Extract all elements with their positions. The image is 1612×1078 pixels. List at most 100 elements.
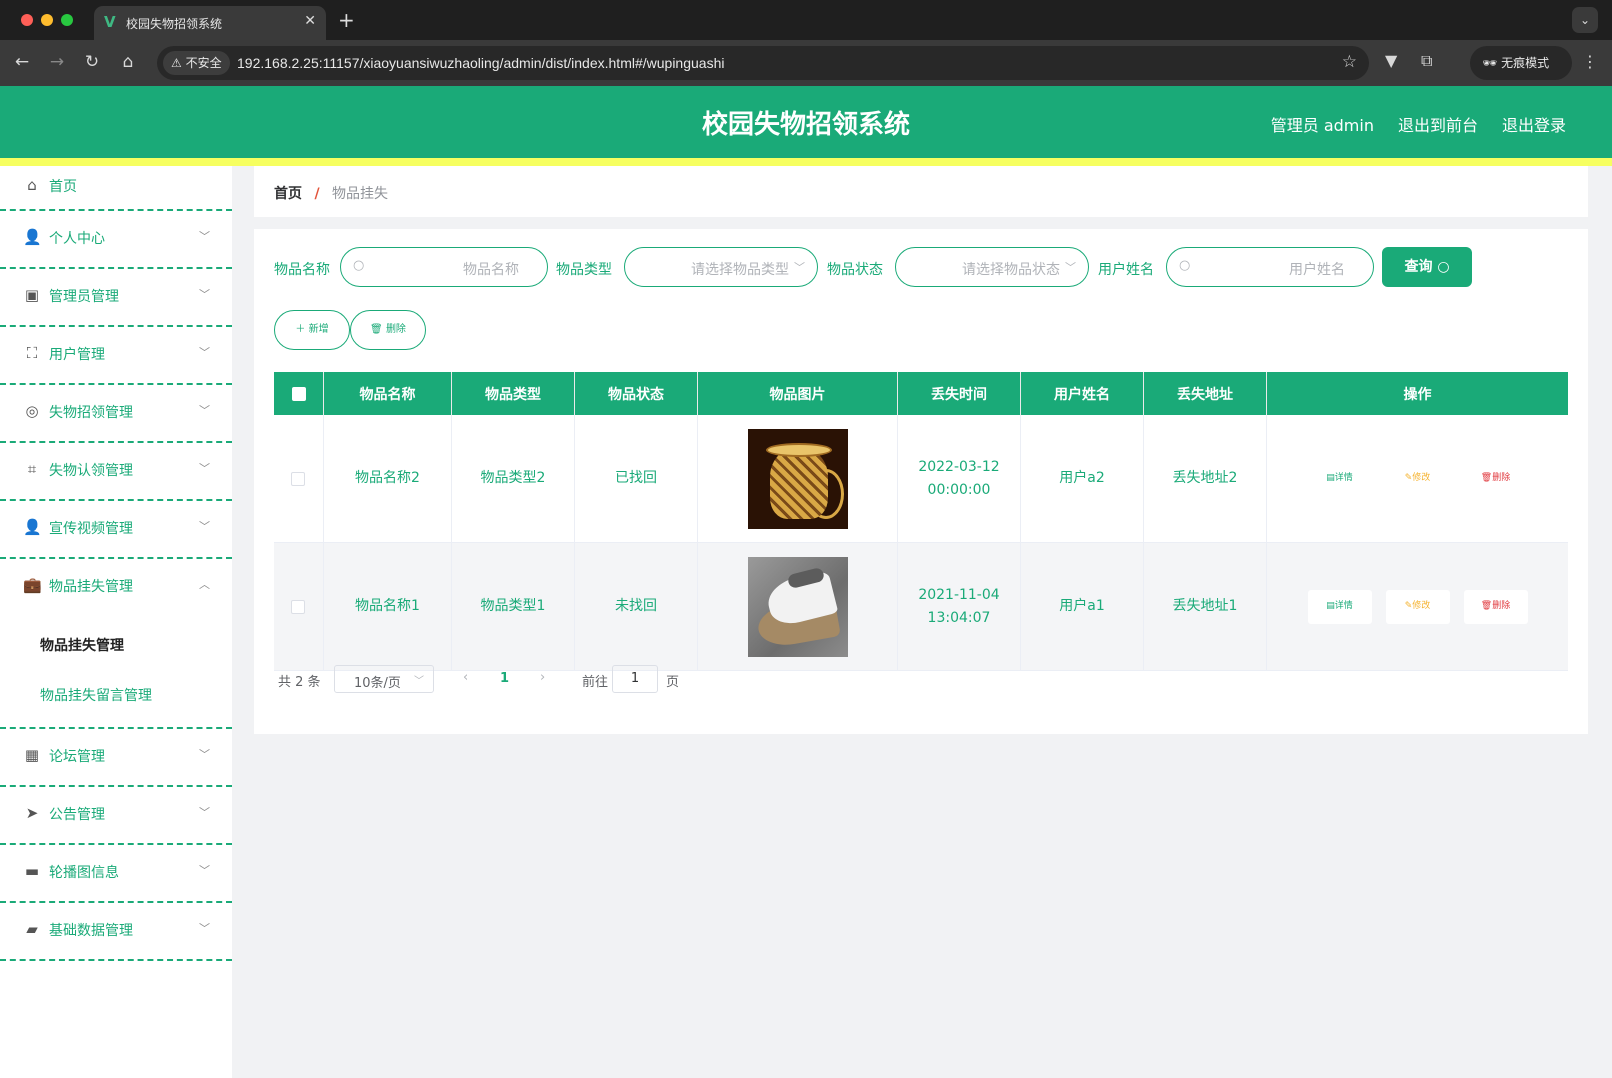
- clothes-iron-photo: [747, 556, 848, 657]
- column-header: 丢失时间: [898, 372, 1021, 415]
- forward-icon[interactable]: →: [46, 52, 68, 72]
- clipboard-icon: ▣: [24, 286, 40, 304]
- page-size-value: 10条/页: [354, 676, 401, 691]
- chevron-down-icon: ﹀: [199, 462, 210, 475]
- type-filter-select[interactable]: 请选择物品类型 ﹀: [624, 247, 818, 287]
- lost-time-cell: 2022-03-12 00:00:00: [898, 415, 1021, 542]
- new-tab-icon[interactable]: +: [338, 8, 355, 32]
- sidebar-item-forum-management[interactable]: ▦ 论坛管理 ﹀: [0, 729, 232, 787]
- sidebar-item-user-management[interactable]: ⛶ 用户管理 ﹀: [0, 327, 232, 385]
- row-checkbox[interactable]: [291, 471, 305, 486]
- select-all-checkbox[interactable]: [291, 386, 306, 401]
- maximize-window-button[interactable]: [61, 14, 73, 26]
- edit-button[interactable]: ✎ 修改: [1385, 589, 1450, 624]
- browser-toolbar: ← → ↻ ⌂ ⚠ 不安全 192.168.2.25:11157/xiaoyua…: [0, 40, 1612, 86]
- home-icon[interactable]: ⌂: [117, 52, 139, 72]
- sidebar-item-lost-found-management[interactable]: ◎ 失物招领管理 ﹀: [0, 385, 232, 443]
- sidebar-item-claim-management[interactable]: ⌗ 失物认领管理 ﹀: [0, 443, 232, 501]
- user-filter-label: 用户姓名: [1098, 262, 1154, 278]
- sidebar: ⌂ 首页 👤 个人中心 ﹀ ▣ 管理员管理 ﹀ ⛶ 用户管理 ﹀ ◎ 失物招领管…: [0, 166, 232, 1078]
- name-filter-input[interactable]: ○ 物品名称: [340, 247, 548, 287]
- sidebar-item-home[interactable]: ⌂ 首页: [0, 166, 232, 211]
- item-state-cell: 未找回: [575, 543, 698, 670]
- user-icon: 👤: [23, 228, 42, 246]
- pagination-total: 共 2 条: [278, 675, 321, 690]
- header-stripe: [0, 158, 1612, 166]
- next-page-icon[interactable]: ›: [540, 670, 545, 685]
- incognito-badge[interactable]: 🕶 无痕模式: [1470, 46, 1572, 80]
- sidebar-item-basic-data[interactable]: ▰ 基础数据管理 ﹀: [0, 903, 232, 961]
- address-bar[interactable]: ⚠ 不安全 192.168.2.25:11157/xiaoyuansiwuzha…: [157, 46, 1369, 80]
- sidebar-item-label: 用户管理: [49, 347, 105, 363]
- breadcrumb-separator: /: [314, 186, 320, 202]
- page-size-select[interactable]: 10条/页 ﹀: [334, 665, 434, 693]
- sidebar-item-label: 管理员管理: [49, 289, 119, 305]
- column-header: 物品状态: [575, 372, 698, 415]
- woven-basket-photo: [747, 428, 848, 529]
- delete-button[interactable]: 🗑 删除: [1463, 589, 1528, 624]
- row-checkbox[interactable]: [291, 599, 305, 614]
- chevron-down-icon: ﹀: [199, 520, 210, 533]
- delete-label: 删除: [1492, 473, 1511, 483]
- batch-delete-button[interactable]: 🗑 删除: [350, 310, 426, 350]
- prev-page-icon[interactable]: ‹: [463, 670, 468, 685]
- browser-menu-icon[interactable]: ⋮: [1582, 52, 1598, 71]
- breadcrumb: 首页 / 物品挂失: [254, 166, 1588, 217]
- table-row: 物品名称1 物品类型1 未找回 2021-11-04 13:04:07 用户a1…: [274, 543, 1568, 671]
- state-filter-select[interactable]: 请选择物品状态 ﹀: [895, 247, 1089, 287]
- lost-address-cell: 丢失地址1: [1144, 543, 1267, 670]
- reload-icon[interactable]: ↻: [81, 52, 103, 72]
- query-button[interactable]: 查询 ○: [1382, 247, 1472, 287]
- goto-label: 前往: [582, 675, 609, 690]
- name-filter-placeholder: 物品名称: [463, 262, 519, 278]
- admin-user-label: 管理员 admin: [1270, 116, 1374, 135]
- select-all-checkbox-cell[interactable]: [274, 372, 324, 415]
- sidebar-item-carousel[interactable]: ▬ 轮播图信息 ﹀: [0, 845, 232, 903]
- chevron-down-icon: ﹀: [199, 346, 210, 359]
- insecure-badge[interactable]: ⚠ 不安全: [163, 51, 230, 75]
- column-header: 操作: [1403, 386, 1432, 403]
- back-icon[interactable]: ←: [11, 52, 33, 72]
- sidebar-subitem-lost-report-message[interactable]: 物品挂失留言管理: [0, 671, 232, 721]
- sidebar-subitem-lost-report[interactable]: 物品挂失管理: [0, 621, 232, 671]
- sidebar-item-personal-center[interactable]: 👤 个人中心 ﹀: [0, 211, 232, 269]
- detail-button[interactable]: ▤ 详情: [1307, 589, 1372, 624]
- chevron-up-icon: ︿: [199, 578, 210, 591]
- minimize-window-button[interactable]: [41, 14, 53, 26]
- sidebar-item-admin-management[interactable]: ▣ 管理员管理 ﹀: [0, 269, 232, 327]
- row-checkbox-cell[interactable]: [274, 543, 324, 670]
- logout-link[interactable]: 退出登录: [1502, 112, 1566, 136]
- sidebar-item-lost-report-management[interactable]: 💼 物品挂失管理 ︿: [0, 559, 232, 617]
- item-image-cell: [698, 415, 898, 542]
- add-button[interactable]: ＋ 新增: [274, 310, 350, 350]
- column-header: 丢失地址: [1144, 372, 1267, 415]
- sidebar-item-notice-management[interactable]: ➤ 公告管理 ﹀: [0, 787, 232, 845]
- detail-button[interactable]: ▤ 详情: [1308, 462, 1372, 496]
- detail-label: 详情: [1334, 473, 1353, 483]
- chevron-down-icon: ﹀: [199, 288, 210, 301]
- browser-tab-bar: V 校园失物招领系统 ✕ + ⌄: [0, 0, 1612, 40]
- vue-logo-icon: V: [104, 13, 116, 31]
- row-checkbox-cell[interactable]: [274, 415, 324, 542]
- extension-v-icon[interactable]: ▼: [1385, 51, 1397, 70]
- sidebar-item-video-management[interactable]: 👤 宣传视频管理 ﹀: [0, 501, 232, 559]
- delete-button[interactable]: 🗑 删除: [1464, 462, 1528, 496]
- goto-page-input[interactable]: 1: [612, 665, 658, 693]
- exit-to-front-link[interactable]: 退出到前台: [1398, 112, 1478, 136]
- item-name-cell: 物品名称2: [324, 415, 452, 542]
- close-window-button[interactable]: [21, 14, 33, 26]
- pencil-icon: ✎: [1404, 473, 1413, 483]
- briefcase-icon: 💼: [23, 576, 42, 594]
- edit-button[interactable]: ✎ 修改: [1386, 462, 1450, 496]
- breadcrumb-home[interactable]: 首页: [274, 186, 302, 202]
- tab-close-icon[interactable]: ✕: [304, 13, 316, 29]
- tab-search-icon[interactable]: ⌄: [1572, 7, 1598, 33]
- extensions-puzzle-icon[interactable]: ⧉: [1421, 51, 1432, 71]
- chevron-down-icon: ﹀: [199, 864, 210, 877]
- url-text[interactable]: 192.168.2.25:11157/xiaoyuansiwuzhaoling/…: [237, 55, 724, 71]
- sidebar-item-label: 个人中心: [49, 231, 105, 247]
- browser-tab[interactable]: V 校园失物招领系统 ✕: [94, 6, 326, 40]
- current-page-number[interactable]: 1: [500, 671, 509, 686]
- user-filter-input[interactable]: ○ 用户姓名: [1166, 247, 1374, 287]
- bookmark-star-icon[interactable]: ☆: [1342, 52, 1357, 72]
